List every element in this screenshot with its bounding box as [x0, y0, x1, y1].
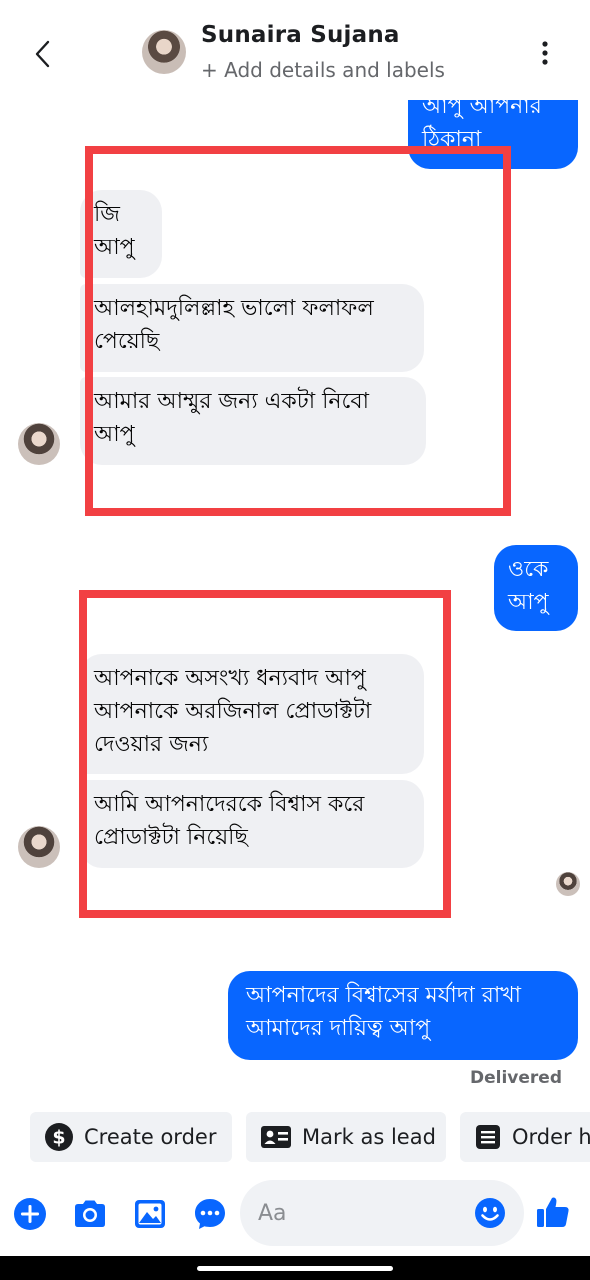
mark-as-lead-button[interactable]: Mark as lead	[246, 1112, 446, 1162]
contact-card-icon	[261, 1126, 291, 1148]
plus-icon[interactable]	[12, 1196, 48, 1232]
emoji-icon[interactable]	[472, 1195, 508, 1231]
chat-bubble-icon[interactable]	[192, 1196, 228, 1232]
order-history-button[interactable]: Order h	[460, 1112, 590, 1162]
mark-as-lead-label: Mark as lead	[302, 1125, 436, 1149]
incoming-message[interactable]: আপনাকে অসংখ্য ধন্যবাদ আপু আপনাকে অরজিনাল…	[80, 654, 424, 774]
svg-text:$: $	[52, 1127, 65, 1149]
incoming-message[interactable]: আমি আপনাদেরকে বিশ্বাস করে প্রোডাক্টটা নি…	[80, 780, 424, 868]
incoming-message[interactable]: আমার আম্মুর জন্য একটা নিবো আপু	[80, 377, 426, 465]
incoming-message[interactable]: জি আপু	[80, 190, 162, 278]
home-indicator[interactable]	[197, 1266, 393, 1271]
add-details-link[interactable]: + Add details and labels	[201, 58, 445, 82]
like-icon[interactable]	[535, 1194, 571, 1230]
seen-avatar	[556, 872, 580, 896]
sender-avatar[interactable]	[18, 826, 60, 868]
contact-avatar[interactable]	[142, 30, 186, 74]
outgoing-message[interactable]: আপনাদের বিশ্বাসের মর্যাদা রাখা আমাদের দা…	[228, 971, 578, 1060]
sender-avatar[interactable]	[18, 423, 60, 465]
chat-header: Sunaira Sujana + Add details and labels	[0, 0, 590, 100]
delivery-status: Delivered	[470, 1068, 562, 1088]
more-vertical-icon[interactable]	[530, 38, 560, 68]
camera-icon[interactable]	[72, 1196, 108, 1232]
gallery-icon[interactable]	[132, 1196, 168, 1232]
order-history-label: Order h	[512, 1125, 590, 1149]
create-order-button[interactable]: $ Create order	[30, 1112, 232, 1162]
create-order-label: Create order	[84, 1125, 217, 1149]
document-icon	[476, 1125, 500, 1149]
dollar-icon: $	[45, 1123, 73, 1151]
contact-name[interactable]: Sunaira Sujana	[201, 22, 400, 48]
incoming-message[interactable]: আলহামদুলিল্লাহ ভালো ফলাফল পেয়েছি	[80, 284, 424, 372]
back-arrow-icon[interactable]	[24, 34, 64, 74]
outgoing-message[interactable]: ওকে আপু	[494, 545, 578, 631]
